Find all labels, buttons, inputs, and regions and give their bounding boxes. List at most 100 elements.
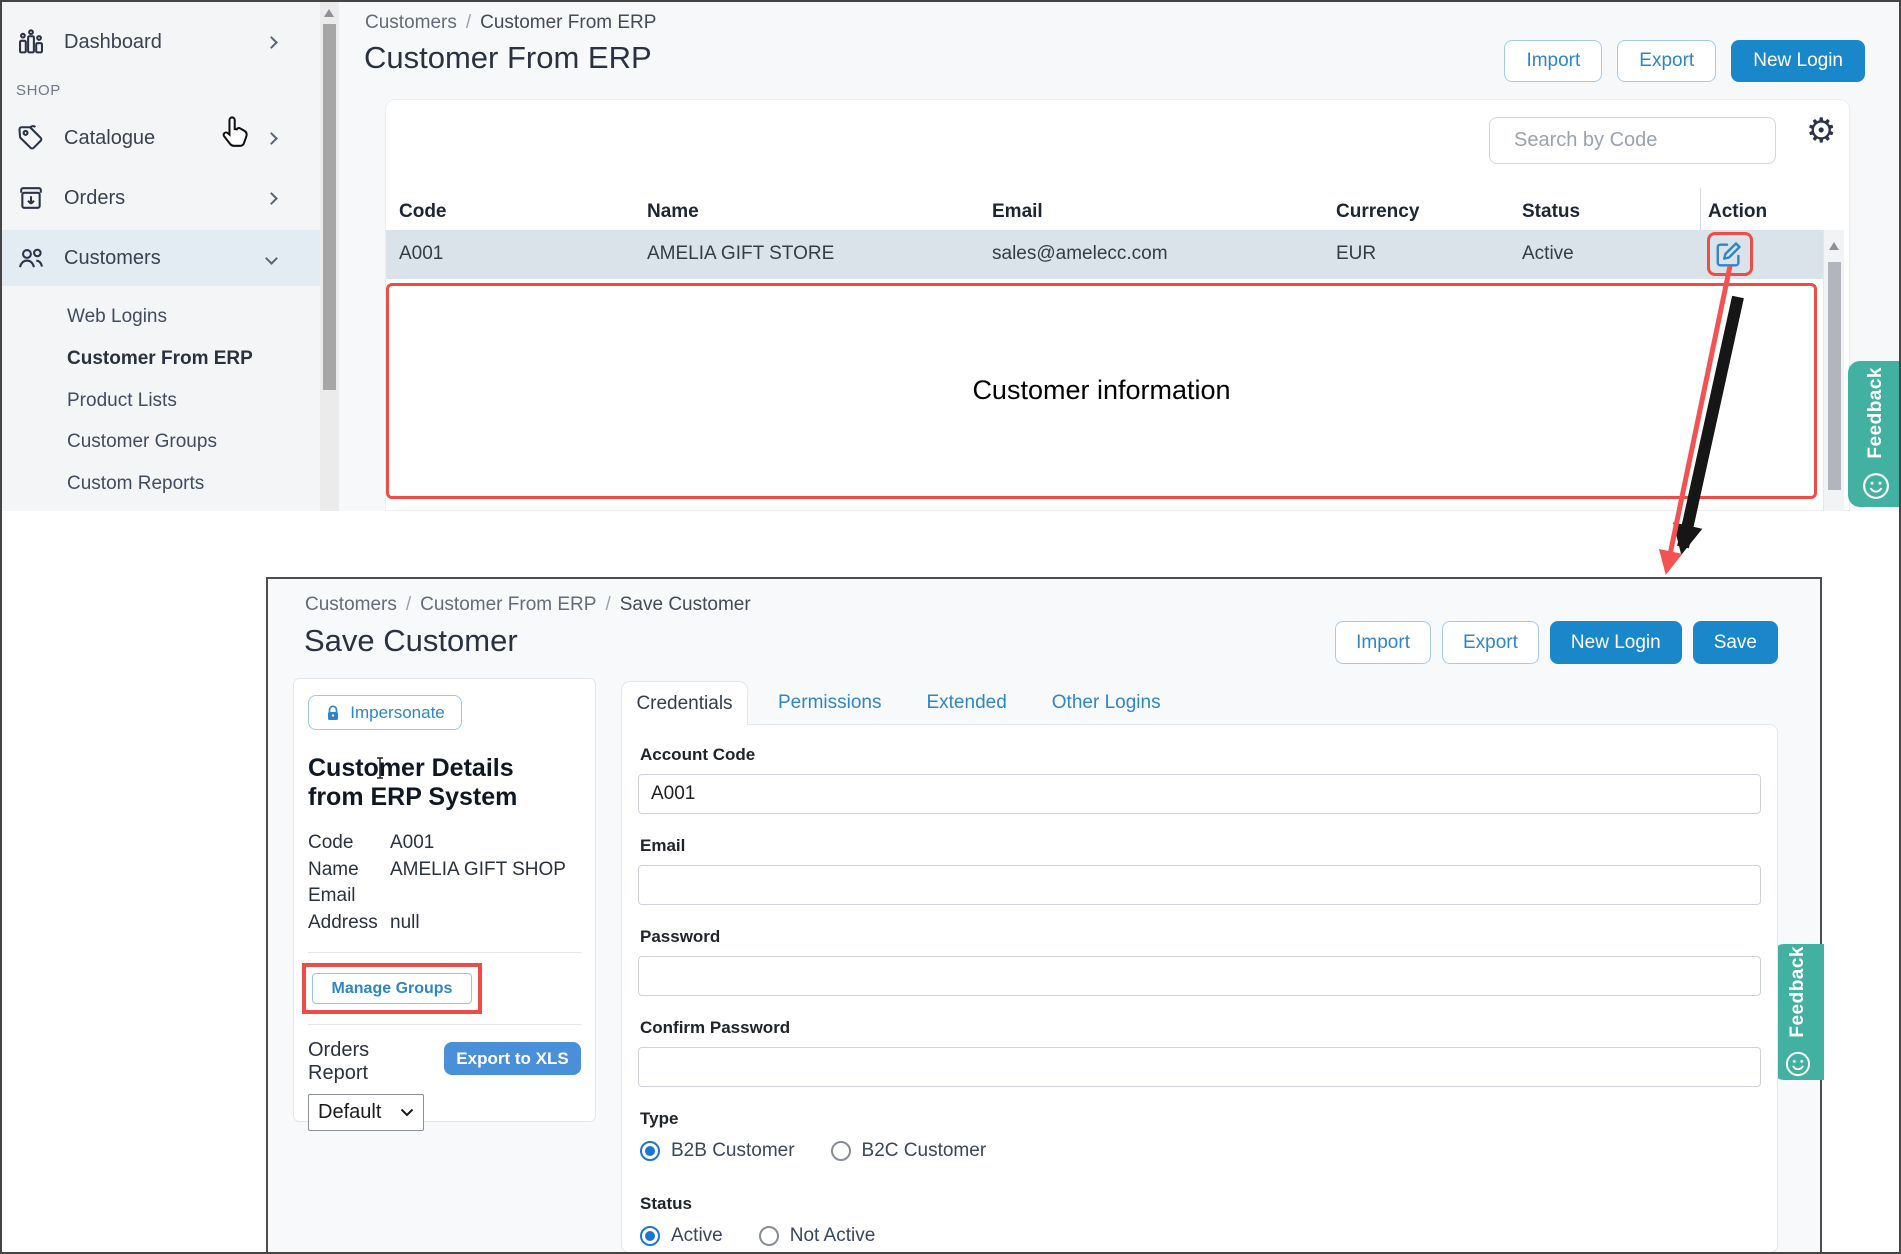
radio-selected-icon[interactable] — [640, 1226, 660, 1246]
tab-permissions[interactable]: Permissions — [778, 692, 881, 714]
feedback-tab[interactable]: Feedback — [1772, 944, 1824, 1080]
radio-unselected-icon[interactable] — [831, 1141, 851, 1161]
radio-unselected-icon[interactable] — [759, 1226, 779, 1246]
new-login-button[interactable]: New Login — [1550, 621, 1682, 664]
export-button[interactable]: Export — [1442, 621, 1539, 664]
manage-groups-button[interactable]: Manage Groups — [312, 973, 472, 1004]
column-header-status: Status — [1522, 201, 1580, 223]
sidebar-scrollbar[interactable] — [320, 2, 339, 511]
radio-label: B2C Customer — [862, 1140, 987, 1162]
tab-other-logins[interactable]: Other Logins — [1052, 692, 1161, 714]
chevron-right-icon — [265, 132, 278, 145]
orders-report-select[interactable]: Default — [308, 1094, 424, 1131]
tab-credentials[interactable]: Credentials — [621, 681, 748, 725]
screenshot-root: Dashboard SHOP Catalogue — [0, 0, 1901, 1254]
sidebar-item-label: Catalogue — [64, 127, 155, 150]
breadcrumb-separator: / — [605, 594, 610, 616]
radio-label: B2B Customer — [671, 1140, 795, 1162]
email-field[interactable] — [638, 865, 1761, 905]
order-box-icon — [16, 183, 46, 213]
breadcrumb: Customers / Customer From ERP — [365, 12, 656, 34]
search-box — [1489, 117, 1776, 164]
status-radio-group: Active Not Active — [640, 1223, 1761, 1249]
sub-item-label: Web Logins — [67, 306, 167, 328]
breadcrumb-separator: / — [466, 12, 471, 34]
column-header-action: Action — [1708, 201, 1767, 223]
export-button[interactable]: Export — [1617, 40, 1716, 82]
detail-row-code: Code A001 — [308, 830, 581, 857]
sidebar-item-label: Dashboard — [64, 31, 162, 54]
page-title: Customer From ERP — [364, 40, 652, 76]
sidebar-item-product-lists[interactable]: Product Lists — [2, 382, 320, 420]
radio-not-active[interactable]: Not Active — [759, 1225, 876, 1247]
new-login-button[interactable]: New Login — [1731, 40, 1865, 82]
edit-icon-highlight-box — [1707, 232, 1753, 276]
impersonate-button[interactable]: Impersonate — [308, 695, 462, 730]
tab-extended[interactable]: Extended — [926, 692, 1006, 714]
detail-label: Code — [308, 830, 390, 857]
detail-value: A001 — [390, 830, 434, 857]
sidebar-scrollbar-thumb[interactable] — [323, 24, 336, 390]
radio-label: Active — [671, 1225, 723, 1247]
radio-active[interactable]: Active — [640, 1225, 723, 1247]
detail-value: AMELIA GIFT SHOP — [390, 857, 566, 884]
save-button[interactable]: Save — [1693, 621, 1778, 664]
breadcrumb-customers[interactable]: Customers — [365, 12, 457, 34]
feedback-label: Feedback — [1787, 946, 1809, 1038]
email-label: Email — [640, 836, 1761, 856]
sidebar-item-dashboard[interactable]: Dashboard — [2, 14, 320, 70]
import-button[interactable]: Import — [1335, 621, 1431, 664]
column-header-name: Name — [647, 201, 699, 223]
gear-icon[interactable]: ⚙ — [1806, 114, 1836, 148]
sidebar-item-web-logins[interactable]: Web Logins — [2, 298, 320, 336]
orders-report-label: Orders Report — [308, 1039, 432, 1085]
breadcrumb-customer-from-erp[interactable]: Customer From ERP — [420, 594, 596, 616]
column-header-email: Email — [992, 201, 1043, 223]
detail-value: null — [390, 910, 420, 937]
table-scrollbar[interactable] — [1823, 230, 1844, 511]
chevron-right-icon — [265, 36, 278, 49]
chevron-right-icon — [265, 192, 278, 205]
sidebar-item-label: Orders — [64, 187, 125, 210]
scroll-up-arrow[interactable] — [1829, 242, 1839, 250]
detail-label: Email — [308, 883, 390, 910]
feedback-tab[interactable]: Feedback — [1848, 361, 1901, 507]
customers-icon — [16, 243, 46, 273]
details-heading: Customer Details from ERP System — [308, 754, 570, 812]
smiley-icon — [1861, 471, 1891, 501]
password-field[interactable] — [638, 956, 1761, 996]
account-code-field[interactable] — [638, 774, 1761, 814]
column-header-currency: Currency — [1336, 201, 1419, 223]
import-button[interactable]: Import — [1504, 40, 1602, 82]
selected-option: Default — [318, 1101, 381, 1124]
breadcrumb-separator: / — [406, 594, 411, 616]
sidebar-item-catalogue[interactable]: Catalogue — [2, 110, 320, 166]
radio-selected-icon[interactable] — [640, 1141, 660, 1161]
table-scrollbar-thumb[interactable] — [1828, 262, 1841, 490]
chevron-down-icon — [265, 252, 278, 265]
radio-b2b-customer[interactable]: B2B Customer — [640, 1140, 795, 1162]
smiley-icon — [1784, 1050, 1812, 1078]
search-input[interactable] — [1504, 118, 1789, 163]
manage-groups-highlight-box: Manage Groups — [302, 963, 482, 1014]
scroll-up-arrow[interactable] — [324, 9, 334, 17]
type-radio-group: B2B Customer B2C Customer — [640, 1138, 1761, 1164]
radio-label: Not Active — [790, 1225, 876, 1247]
export-to-xls-button[interactable]: Export to XLS — [444, 1042, 581, 1075]
details-list: Code A001 Name AMELIA GIFT SHOP Email Ad… — [308, 830, 581, 936]
detail-label: Name — [308, 857, 390, 884]
radio-b2c-customer[interactable]: B2C Customer — [831, 1140, 987, 1162]
breadcrumb-customers[interactable]: Customers — [305, 594, 397, 616]
sidebar-item-customer-from-erp[interactable]: Customer From ERP — [2, 340, 320, 378]
select-chevron-icon — [400, 1108, 414, 1117]
password-label: Password — [640, 927, 1761, 947]
sidebar-item-customer-groups[interactable]: Customer Groups — [2, 423, 320, 461]
confirm-password-field[interactable] — [638, 1047, 1761, 1087]
text-cursor — [374, 757, 386, 779]
sidebar-item-customers[interactable]: Customers — [2, 230, 320, 286]
sidebar-item-custom-reports[interactable]: Custom Reports — [2, 465, 320, 503]
sidebar-item-orders[interactable]: Orders — [2, 170, 320, 226]
credentials-form: Account Code Email Password Confirm Pass… — [621, 724, 1778, 1253]
divider — [308, 1024, 581, 1025]
cell-code: A001 — [399, 243, 443, 265]
